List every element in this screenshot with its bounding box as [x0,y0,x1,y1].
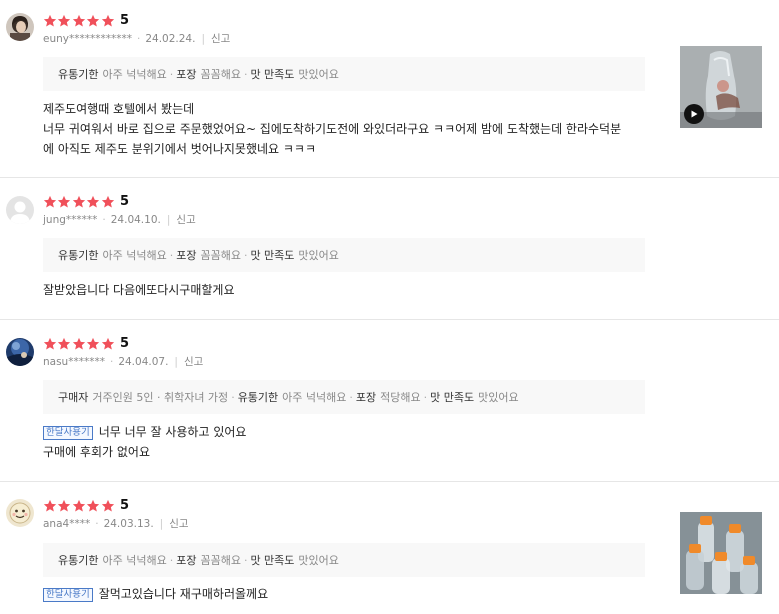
review-photo-thumbnail[interactable] [680,512,762,594]
report-link[interactable]: 신고 [211,33,230,45]
avatar[interactable] [6,196,34,224]
review-text-line: 에 아직도 제주도 분위기에서 벗어나지못했네요 ㅋㅋㅋ [43,142,316,156]
attr-key: 유통기한 [58,554,99,567]
play-icon[interactable] [684,104,704,124]
star-icon [86,337,100,351]
star-rating: 5 [43,336,129,352]
attr-value: 아주 넉넉해요 [102,249,167,262]
attr-key: 구매자 [58,391,89,404]
review-attributes: 유통기한 아주 넉넉해요 · 포장 꼼꼼해요 · 맛 만족도 맛있어요 [43,57,645,91]
review-meta: jung****** · 24.04.10. | 신고 [43,214,196,226]
review-attributes: 유통기한 아주 넉넉해요 · 포장 꼼꼼해요 · 맛 만족도 맛있어요 [43,238,645,272]
one-month-use-badge: 한달사용기 [43,588,93,602]
attr-value: 맛있어요 [298,68,339,81]
report-link[interactable]: 신고 [176,214,195,226]
attr-value: 아주 넉넉해요 [282,391,347,404]
star-icon [101,499,115,513]
attr-key: 맛 만족도 [250,68,295,81]
review-item: 5 euny************ · 24.02.24. | 신고 유통기한 아주 넉… [0,0,779,178]
star-icon [101,337,115,351]
avatar[interactable] [6,13,34,41]
star-icon [86,14,100,28]
review-meta: euny************ · 24.02.24. | 신고 [43,33,231,45]
star-rating: 5 [43,13,129,29]
report-link[interactable]: 신고 [169,518,188,530]
review-text: 한달사용기 너무 너무 잘 사용하고 있어요 구매에 후회가 없어요 [43,422,653,462]
attr-key: 포장 [176,554,197,567]
star-icon [72,14,86,28]
review-item: 5 ana4**** · 24.03.13. | 신고 유통기한 아주 넉넉해요 · 포장 꼼… [0,482,779,614]
review-attributes: 유통기한 아주 넉넉해요 · 포장 꼼꼼해요 · 맛 만족도 맛있어요 [43,543,645,577]
star-icon [57,499,71,513]
review-text: 한달사용기 잘먹고있습니다 재구매하러올께요 [43,584,653,604]
report-link[interactable]: 신고 [184,356,203,368]
star-icon [43,195,57,209]
avatar[interactable] [6,338,34,366]
attr-value: 아주 넉넉해요 [102,68,167,81]
reviewer-name: ana4**** [43,518,91,530]
attr-key: 포장 [176,68,197,81]
attr-value: 맛있어요 [298,249,339,262]
review-item: 5 nasu******* · 24.04.07. | 신고 구매자 거주인원 5인 · … [0,320,779,482]
rating-score: 5 [119,498,129,513]
review-video-thumbnail[interactable] [680,46,762,128]
attr-value: 맛있어요 [478,391,519,404]
star-icon [72,195,86,209]
attr-key: 포장 [176,249,197,262]
attr-key: 유통기한 [237,391,279,404]
review-text-line: 잘받았읍니다 다음에또다시구매할게요 [43,283,235,297]
attr-value: 아주 넉넉해요 [102,554,167,567]
review-text: 제주도여행때 호텔에서 봤는데 너무 귀여워서 바로 집으로 주문했었어요~ 집… [43,99,653,159]
review-attributes: 구매자 거주인원 5인 · 취학자녀 가정 · 유통기한 아주 넉넉해요 · 포장 적당해… [43,380,645,414]
attr-key: 맛 만족도 [250,249,295,262]
star-icon [101,195,115,209]
attr-value: 꼼꼼해요 [200,249,241,262]
star-rating: 5 [43,194,129,210]
star-icon [86,499,100,513]
attr-value: 맛있어요 [298,554,339,567]
avatar[interactable] [6,499,34,527]
rating-score: 5 [119,194,129,209]
attr-key: 맛 만족도 [430,391,475,404]
review-text-line: 잘먹고있습니다 재구매하러올께요 [98,587,269,601]
rating-score: 5 [119,336,129,351]
star-icon [72,499,86,513]
review-item: 5 jung****** · 24.04.10. | 신고 유통기한 아주 넉넉해요 · 포… [0,178,779,320]
attr-value: 적당해요 [380,391,421,404]
review-text-line: 구매에 후회가 없어요 [43,445,150,459]
star-icon [72,337,86,351]
reviewer-name: jung****** [43,214,98,226]
review-text-line: 너무 귀여워서 바로 집으로 주문했었어요~ 집에도착하기도전에 와있더라구요 … [43,122,622,136]
reviewer-name: euny************ [43,33,132,45]
star-icon [86,195,100,209]
review-meta: ana4**** · 24.03.13. | 신고 [43,518,189,530]
attr-key: 유통기한 [58,68,99,81]
one-month-use-badge: 한달사용기 [43,426,93,440]
star-icon [57,195,71,209]
attr-value: 거주인원 5인 · 취학자녀 가정 [92,391,229,404]
review-date: 24.04.10. [110,214,161,226]
review-text: 잘받았읍니다 다음에또다시구매할게요 [43,280,653,300]
star-rating: 5 [43,498,129,514]
star-icon [101,14,115,28]
rating-score: 5 [119,13,129,28]
review-date: 24.04.07. [118,356,169,368]
review-date: 24.02.24. [145,33,196,45]
star-icon [43,337,57,351]
attr-key: 포장 [355,391,377,404]
attr-key: 유통기한 [58,249,99,262]
star-icon [43,499,57,513]
star-icon [57,14,71,28]
star-icon [43,14,57,28]
review-text-line: 너무 너무 잘 사용하고 있어요 [98,425,247,439]
review-text-line: 제주도여행때 호텔에서 봤는데 [43,102,195,116]
attr-key: 맛 만족도 [250,554,295,567]
attr-value: 꼼꼼해요 [200,554,241,567]
review-date: 24.03.13. [103,518,154,530]
reviewer-name: nasu******* [43,356,105,368]
review-meta: nasu******* · 24.04.07. | 신고 [43,356,204,368]
attr-value: 꼼꼼해요 [200,68,241,81]
star-icon [57,337,71,351]
